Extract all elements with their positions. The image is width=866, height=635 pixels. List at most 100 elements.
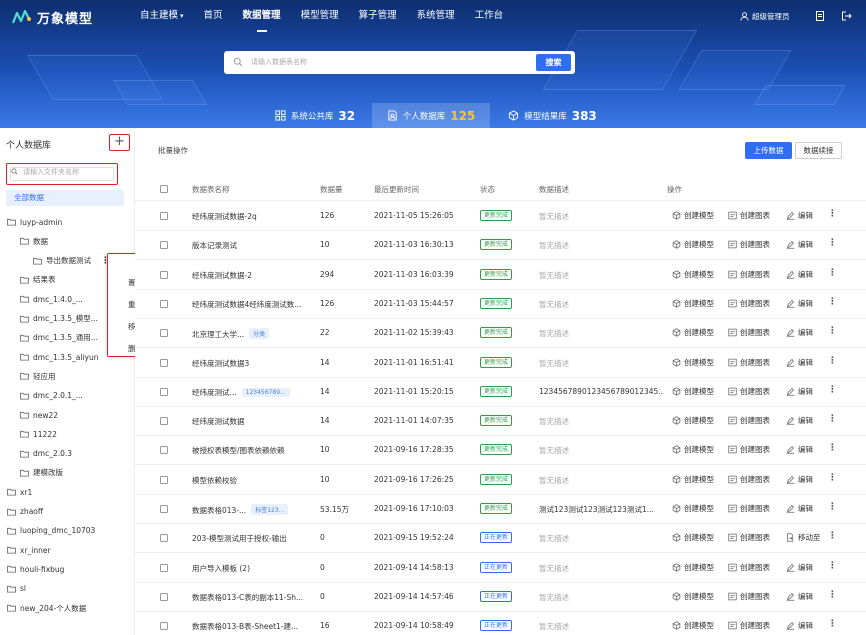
folder-item[interactable]: dmc_2.0.3: [20, 447, 72, 461]
row-checkbox[interactable]: [160, 534, 168, 543]
nav-item-6[interactable]: 工作台: [465, 0, 514, 34]
op-edit-button[interactable]: 编辑: [786, 269, 813, 280]
row-checkbox[interactable]: [160, 299, 168, 308]
row-checkbox[interactable]: [160, 270, 168, 279]
folder-item[interactable]: dmc_1.3.5_aliyun: [20, 350, 98, 364]
more-options-icon[interactable]: ⋮: [828, 590, 837, 600]
row-checkbox[interactable]: [160, 446, 168, 455]
op-chart-button[interactable]: 创建图表: [728, 298, 770, 309]
folder-item[interactable]: dmc_2.0.1_...: [20, 389, 83, 403]
op-cube-button[interactable]: 创建模型: [672, 415, 714, 426]
user-menu[interactable]: 超级管理员: [740, 11, 790, 22]
op-chart-button[interactable]: 创建图表: [728, 562, 770, 573]
folder-item[interactable]: xr1: [7, 485, 32, 499]
op-edit-button[interactable]: 编辑: [786, 562, 813, 573]
nav-item-3[interactable]: 模型管理: [291, 0, 349, 34]
op-cube-button[interactable]: 创建模型: [672, 503, 714, 514]
nav-item-2[interactable]: 数据管理: [233, 0, 291, 34]
row-checkbox[interactable]: [160, 563, 168, 572]
row-checkbox[interactable]: [160, 505, 168, 513]
nav-item-4[interactable]: 算子管理: [349, 0, 407, 34]
folder-item[interactable]: houli-fixbug: [7, 562, 64, 576]
more-options-icon[interactable]: ⋮: [828, 268, 837, 278]
more-options-icon[interactable]: ⋮: [828, 531, 837, 541]
folder-item[interactable]: luyp-admin: [7, 215, 62, 229]
folder-item[interactable]: sl: [7, 582, 26, 596]
op-chart-button[interactable]: 创建图表: [728, 269, 770, 280]
search-input[interactable]: 请输入数据表名称: [251, 57, 307, 67]
row-name[interactable]: 数据表格013-C表的副本11-Sh...: [192, 592, 317, 603]
row-name[interactable]: 经纬度测试... 123456789...: [192, 387, 317, 398]
op-edit-button[interactable]: 编辑: [786, 298, 813, 309]
op-cube-button[interactable]: 创建模型: [672, 591, 714, 602]
row-name[interactable]: 被授权表模型/图表依赖依赖: [192, 445, 317, 456]
op-edit-button[interactable]: 编辑: [786, 620, 813, 631]
row-name[interactable]: 数据表格013-... 标签123...: [192, 504, 317, 516]
row-name[interactable]: 经纬度测试数据-2q: [192, 211, 317, 222]
folder-item[interactable]: zhaoff: [7, 505, 43, 519]
op-edit-button[interactable]: 编辑: [786, 239, 813, 250]
op-chart-button[interactable]: 创建图表: [728, 620, 770, 631]
more-options-icon[interactable]: ⋮: [828, 326, 837, 336]
op-cube-button[interactable]: 创建模型: [672, 532, 714, 543]
op-cube-button[interactable]: 创建模型: [672, 620, 714, 631]
more-options-icon[interactable]: ⋮: [828, 209, 837, 219]
more-options-icon[interactable]: ⋮: [828, 297, 837, 307]
folder-item[interactable]: new22: [20, 408, 58, 422]
row-checkbox[interactable]: [160, 329, 168, 338]
op-cube-button[interactable]: 创建模型: [672, 474, 714, 485]
op-chart-button[interactable]: 创建图表: [728, 386, 770, 397]
folder-item[interactable]: luoping_dmc_10703: [7, 524, 95, 538]
more-options-icon[interactable]: ⋮: [828, 414, 837, 424]
op-chart-button[interactable]: 创建图表: [728, 503, 770, 514]
tab-grid[interactable]: 系统公共库 32: [265, 103, 365, 128]
op-edit-button[interactable]: 编辑: [786, 591, 813, 602]
folder-item[interactable]: dmc_1.3.5_通用...: [20, 331, 98, 345]
op-chart-button[interactable]: 创建图表: [728, 210, 770, 221]
row-checkbox[interactable]: [160, 622, 168, 631]
row-name[interactable]: 用户导入模板 (2): [192, 563, 317, 574]
op-cube-button[interactable]: 创建模型: [672, 269, 714, 280]
batch-operations[interactable]: 批量操作: [158, 145, 188, 156]
nav-item-0[interactable]: 自主建模 ▾: [130, 0, 194, 34]
op-chart-button[interactable]: 创建图表: [728, 239, 770, 250]
more-options-icon[interactable]: ⋮: [828, 619, 837, 629]
more-options-icon[interactable]: ⋮: [828, 561, 837, 571]
folder-item[interactable]: 建模改版: [20, 466, 63, 480]
op-cube-button[interactable]: 创建模型: [672, 357, 714, 368]
op-cube-button[interactable]: 创建模型: [672, 386, 714, 397]
op-chart-button[interactable]: 创建图表: [728, 474, 770, 485]
document-icon[interactable]: [814, 10, 826, 22]
row-name[interactable]: 203-模型测试用于授权-输出: [192, 533, 317, 544]
all-data-item[interactable]: 全部数据: [6, 190, 124, 206]
folder-item[interactable]: dmc_1.4.0_...: [20, 292, 83, 306]
nav-item-1[interactable]: 首页: [194, 0, 233, 34]
row-checkbox[interactable]: [160, 417, 168, 426]
tab-personal-db[interactable]: 个人数据库 125: [372, 103, 490, 128]
data-continue-button[interactable]: 数据续接: [795, 142, 842, 159]
row-name[interactable]: 经纬度测试数据3: [192, 358, 317, 369]
op-chart-button[interactable]: 创建图表: [728, 444, 770, 455]
row-checkbox[interactable]: [160, 358, 168, 367]
row-name[interactable]: 经纬度测试数据4经纬度测试数...: [192, 299, 317, 310]
logout-icon[interactable]: [840, 10, 852, 22]
more-options-icon[interactable]: ⋮: [828, 502, 837, 512]
nav-item-5[interactable]: 系统管理: [407, 0, 465, 34]
op-edit-button[interactable]: 编辑: [786, 386, 813, 397]
op-cube-button[interactable]: 创建模型: [672, 239, 714, 250]
more-options-icon[interactable]: ⋮: [828, 356, 837, 366]
add-folder-button[interactable]: +: [109, 134, 130, 151]
more-options-icon[interactable]: ⋮: [828, 473, 837, 483]
op-chart-button[interactable]: 创建图表: [728, 532, 770, 543]
row-name[interactable]: 经纬度测试数据-2: [192, 270, 317, 281]
op-chart-button[interactable]: 创建图表: [728, 415, 770, 426]
folder-item[interactable]: 轻应用: [20, 369, 56, 383]
row-checkbox[interactable]: [160, 387, 168, 396]
row-name[interactable]: 模型依赖校验: [192, 475, 317, 486]
select-all-checkbox[interactable]: [160, 185, 168, 193]
op-edit-button[interactable]: 编辑: [786, 210, 813, 221]
op-cube-button[interactable]: 创建模型: [672, 444, 714, 455]
op-chart-button[interactable]: 创建图表: [728, 591, 770, 602]
brand-logo[interactable]: 万象模型: [12, 8, 93, 27]
row-checkbox[interactable]: [160, 212, 168, 220]
